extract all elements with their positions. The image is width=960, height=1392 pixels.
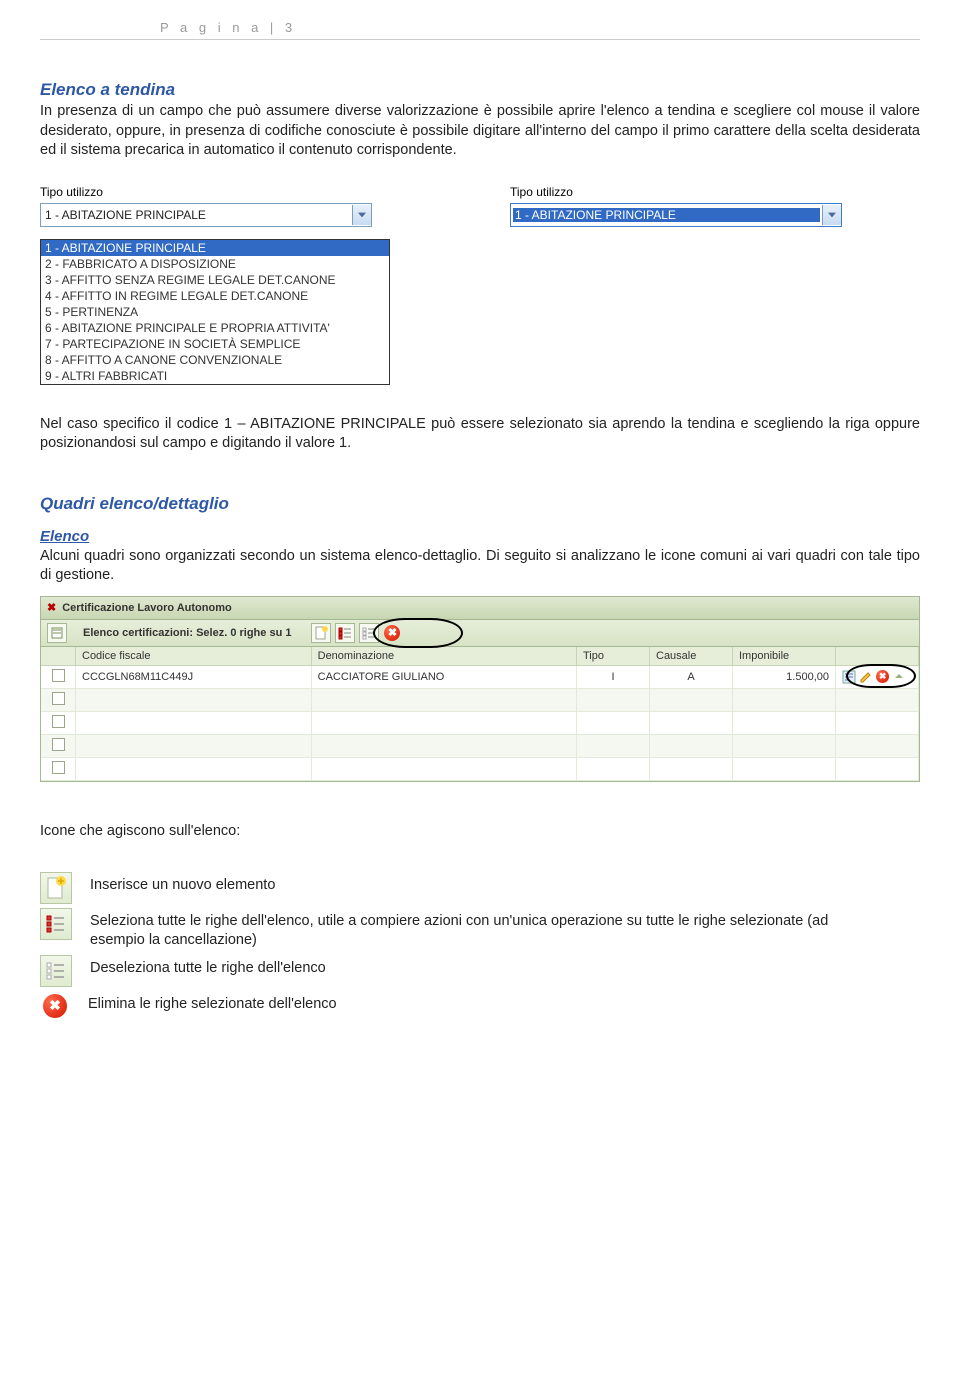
- page-header: P a g i n a | 3: [40, 20, 920, 40]
- dropdown-option-list[interactable]: 1 - ABITAZIONE PRINCIPALE2 - FABBRICATO …: [40, 239, 390, 385]
- section-body-quadri: Alcuni quadri sono organizzati secondo u…: [40, 547, 920, 586]
- cell-den: CACCIATORE GIULIANO: [311, 665, 576, 688]
- icon-desc-add: Inserisce un nuovo elemento: [90, 872, 275, 896]
- cell-causale: A: [650, 665, 733, 688]
- dropdown-label-right: Tipo utilizzo: [510, 185, 920, 199]
- row-up-icon[interactable]: [893, 670, 907, 684]
- row-checkbox[interactable]: [52, 692, 65, 705]
- collapse-icon[interactable]: [47, 623, 67, 643]
- sub-heading-elenco: Elenco: [40, 528, 920, 545]
- edit-icon[interactable]: [859, 670, 873, 684]
- dropdown-option[interactable]: 8 - AFFITTO A CANONE CONVENZIONALE: [41, 352, 389, 368]
- close-icon[interactable]: ✖: [47, 601, 56, 614]
- add-icon[interactable]: [311, 623, 331, 643]
- section-title-elenco-tendina: Elenco a tendina: [40, 80, 920, 100]
- panel-toolbar: Elenco certificazioni: Selez. 0 righe su…: [41, 620, 919, 647]
- dropdown-option[interactable]: 2 - FABBRICATO A DISPOSIZIONE: [41, 256, 389, 272]
- chevron-down-icon[interactable]: [822, 205, 841, 225]
- cell-tipo: I: [577, 665, 650, 688]
- panel-title: Certificazione Lavoro Autonomo: [62, 602, 232, 614]
- icon-desc-delete: Elimina le righe selezionate dell'elenco: [88, 991, 337, 1015]
- col-codice-fiscale[interactable]: Codice fiscale: [76, 647, 312, 666]
- deselect-all-icon[interactable]: [40, 955, 72, 987]
- cell-cf: CCCGLN68M11C449J: [76, 665, 312, 688]
- dropdown-selected-text-left: 1 - ABITAZIONE PRINCIPALE: [41, 208, 352, 222]
- col-causale[interactable]: Causale: [650, 647, 733, 666]
- deselect-all-icon[interactable]: [359, 623, 379, 643]
- dropdown-option[interactable]: 1 - ABITAZIONE PRINCIPALE: [41, 240, 389, 256]
- add-icon[interactable]: [40, 872, 72, 904]
- row-checkbox[interactable]: [52, 738, 65, 751]
- row-checkbox[interactable]: [52, 669, 65, 682]
- dropdown-selected-text-right: 1 - ABITAZIONE PRINCIPALE: [513, 208, 820, 222]
- detail-icon[interactable]: [842, 670, 856, 684]
- icon-desc-select-all: Seleziona tutte le righe dell'elenco, ut…: [90, 908, 870, 951]
- panel-header: ✖ Certificazione Lavoro Autonomo: [41, 597, 919, 620]
- dropdown-figure: Tipo utilizzo 1 - ABITAZIONE PRINCIPALE …: [40, 185, 920, 385]
- delete-icon[interactable]: ✖: [383, 624, 401, 642]
- toolbar-label: Elenco certificazioni: Selez. 0 righe su…: [83, 627, 291, 639]
- toolbar-button-group: ✖: [307, 622, 405, 644]
- table-row[interactable]: [41, 757, 919, 780]
- icon-desc-deselect-all: Deseleziona tutte le righe dell'elenco: [90, 955, 326, 979]
- table-row[interactable]: [41, 688, 919, 711]
- dropdown-option[interactable]: 5 - PERTINENZA: [41, 304, 389, 320]
- dropdown-option[interactable]: 4 - AFFITTO IN REGIME LEGALE DET.CANONE: [41, 288, 389, 304]
- dropdown-label-left: Tipo utilizzo: [40, 185, 450, 199]
- icon-description-list: Inserisce un nuovo elemento Seleziona tu…: [40, 872, 920, 1021]
- table-row[interactable]: [41, 711, 919, 734]
- cell-imponibile: 1.500,00: [733, 665, 836, 688]
- dropdown-option[interactable]: 7 - PARTECIPAZIONE IN SOCIETÀ SEMPLICE: [41, 336, 389, 352]
- select-all-icon[interactable]: [40, 908, 72, 940]
- delete-icon[interactable]: ✖: [40, 991, 70, 1021]
- section-title-quadri: Quadri elenco/dettaglio: [40, 494, 920, 514]
- chevron-down-icon[interactable]: [352, 205, 371, 225]
- dropdown-select-open[interactable]: 1 - ABITAZIONE PRINCIPALE: [40, 203, 372, 227]
- row-checkbox[interactable]: [52, 715, 65, 728]
- grid-panel: ✖ Certificazione Lavoro Autonomo Elenco …: [40, 596, 920, 782]
- col-imponibile[interactable]: Imponibile: [733, 647, 836, 666]
- dropdown-select-typed[interactable]: 1 - ABITAZIONE PRINCIPALE: [510, 203, 842, 227]
- data-grid: Codice fiscale Denominazione Tipo Causal…: [41, 647, 919, 781]
- icons-intro: Icone che agiscono sull'elenco:: [40, 822, 920, 842]
- dropdown-option[interactable]: 6 - ABITAZIONE PRINCIPALE E PROPRIA ATTI…: [41, 320, 389, 336]
- col-denominazione[interactable]: Denominazione: [311, 647, 576, 666]
- section-body-elenco-tendina: In presenza di un campo che può assumere…: [40, 102, 920, 161]
- table-row[interactable]: [41, 734, 919, 757]
- select-all-icon[interactable]: [335, 623, 355, 643]
- col-tipo[interactable]: Tipo: [577, 647, 650, 666]
- dropdown-option[interactable]: 3 - AFFITTO SENZA REGIME LEGALE DET.CANO…: [41, 272, 389, 288]
- dropdown-option[interactable]: 9 - ALTRI FABBRICATI: [41, 368, 389, 384]
- row-checkbox[interactable]: [52, 761, 65, 774]
- section-note: Nel caso specifico il codice 1 – ABITAZI…: [40, 415, 920, 454]
- row-delete-icon[interactable]: ✖: [876, 670, 890, 684]
- table-row[interactable]: CCCGLN68M11C449J CACCIATORE GIULIANO I A…: [41, 665, 919, 688]
